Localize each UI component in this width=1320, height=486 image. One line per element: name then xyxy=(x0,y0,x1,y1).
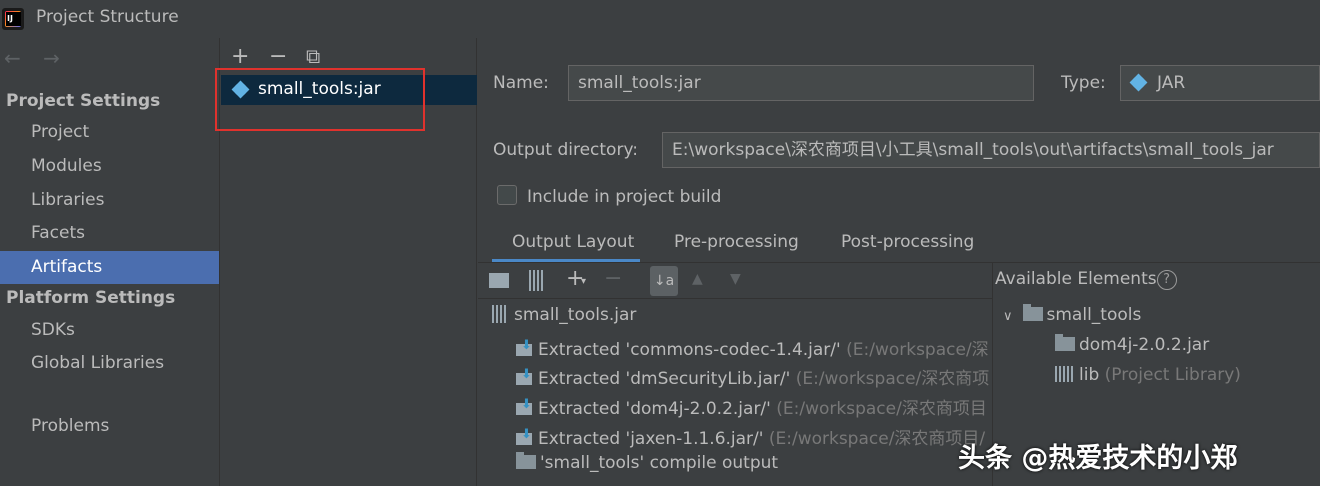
move-down-icon[interactable]: ▼ xyxy=(730,271,741,287)
nav-item-problems[interactable]: Problems xyxy=(0,410,219,443)
output-directory-label: Output directory: xyxy=(493,140,638,160)
output-entry-label: Extracted 'jaxen-1.1.6.jar/' xyxy=(538,429,764,449)
library-icon xyxy=(1055,366,1073,382)
remove-artifact-button[interactable]: − xyxy=(269,44,287,69)
nav-item-project[interactable]: Project xyxy=(0,116,219,149)
help-icon[interactable]: ? xyxy=(1156,270,1177,290)
name-label: Name: xyxy=(493,73,549,93)
output-entry-path: (E:/workspace/深农商项 xyxy=(795,369,990,389)
nav-item-libraries[interactable]: Libraries xyxy=(0,184,219,217)
output-entry-path: (E:/workspace/深 xyxy=(846,340,989,360)
copy-artifact-button[interactable]: ⧉ xyxy=(306,44,320,68)
project-settings-heading: Project Settings xyxy=(6,91,161,111)
output-entry-label: Extracted 'dom4j-2.0.2.jar/' xyxy=(538,399,771,419)
jar-type-icon xyxy=(1129,73,1148,92)
tab-post-processing[interactable]: Post-processing xyxy=(841,232,974,252)
available-element-label: dom4j-2.0.2.jar xyxy=(1079,335,1210,355)
folder-icon xyxy=(1055,334,1075,351)
create-archive-icon[interactable] xyxy=(529,270,543,291)
chevron-down-icon[interactable]: ∨ xyxy=(1003,309,1013,324)
platform-settings-heading: Platform Settings xyxy=(6,288,176,308)
move-up-icon[interactable]: ▲ xyxy=(692,271,703,287)
remove-element-icon[interactable]: − xyxy=(604,266,622,291)
window-title: Project Structure xyxy=(36,7,179,27)
available-element-note: (Project Library) xyxy=(1104,365,1241,385)
nav-item-facets[interactable]: Facets xyxy=(0,217,219,250)
add-artifact-button[interactable]: + xyxy=(231,44,249,69)
include-in-build-checkbox[interactable] xyxy=(497,185,517,205)
name-field[interactable]: small_tools:jar xyxy=(568,65,1034,101)
artifact-detail-panel: Name: small_tools:jar Type: JAR Output d… xyxy=(478,38,1320,486)
extracted-archive-icon xyxy=(516,338,534,357)
output-entry[interactable]: Extracted 'commons-codec-1.4.jar/' (E:/w… xyxy=(516,335,989,360)
nav-item-artifacts[interactable]: Artifacts xyxy=(0,251,219,284)
output-entry[interactable]: 'small_tools' compile output xyxy=(516,452,779,473)
type-label: Type: xyxy=(1061,73,1106,93)
jar-file-icon xyxy=(492,305,506,323)
nav-item-sdks[interactable]: SDKs xyxy=(0,314,219,347)
back-forward-arrows-icon[interactable]: ← → xyxy=(4,46,68,70)
available-root[interactable]: ∨ small_tools xyxy=(1003,304,1142,325)
add-dropdown-arrow-icon[interactable]: ▾ xyxy=(581,276,586,287)
output-entry[interactable]: Extracted 'dmSecurityLib.jar/' (E:/works… xyxy=(516,364,989,389)
type-select-value: JAR xyxy=(1157,73,1186,93)
watermark: 头条 @热爱技术的小郑 xyxy=(958,443,1238,474)
title-bar: Project Structure xyxy=(0,0,1320,38)
output-entry[interactable]: Extracted 'jaxen-1.1.6.jar/' (E:/workspa… xyxy=(516,424,985,449)
output-layout-toolbar: + ▾ − ↓a ▲ ▼ xyxy=(478,263,992,299)
available-elements-title: Available Elements xyxy=(995,269,1157,289)
output-entry[interactable]: Extracted 'dom4j-2.0.2.jar/' (E:/workspa… xyxy=(516,394,987,419)
available-element[interactable]: dom4j-2.0.2.jar xyxy=(1055,334,1210,355)
output-entry-path: (E:/workspace/深农商项目 xyxy=(776,399,987,419)
output-root-label: small_tools.jar xyxy=(514,305,637,325)
output-directory-field[interactable]: E:\workspace\深农商项目\小工具\small_tools\out\a… xyxy=(662,132,1320,168)
available-element-label: lib xyxy=(1079,365,1100,385)
output-entry-label: 'small_tools' compile output xyxy=(540,453,779,473)
extracted-archive-icon xyxy=(516,427,534,446)
output-entry-path: (E:/workspace/深农商项目/ xyxy=(768,429,986,449)
tab-pre-processing[interactable]: Pre-processing xyxy=(674,232,799,252)
nav-item-modules[interactable]: Modules xyxy=(0,150,219,183)
available-root-label: small_tools xyxy=(1046,305,1142,325)
extracted-archive-icon xyxy=(516,367,534,386)
nav-item-global-libraries[interactable]: Global Libraries xyxy=(0,347,219,380)
available-elements-heading: Available Elements? xyxy=(995,269,1177,290)
extracted-archive-icon xyxy=(516,397,534,416)
intellij-logo-icon xyxy=(2,8,24,30)
type-select[interactable]: JAR xyxy=(1120,65,1320,101)
output-root-jar[interactable]: small_tools.jar xyxy=(492,305,636,325)
output-entry-label: Extracted 'commons-codec-1.4.jar/' xyxy=(538,340,841,360)
tab-output-layout[interactable]: Output Layout xyxy=(512,232,634,252)
include-in-build-label[interactable]: Include in project build xyxy=(527,187,721,207)
available-element[interactable]: lib (Project Library) xyxy=(1055,365,1241,385)
output-entry-label: Extracted 'dmSecurityLib.jar/' xyxy=(538,369,791,389)
new-directory-icon[interactable] xyxy=(489,273,509,288)
module-folder-icon xyxy=(1022,304,1043,321)
folder-icon xyxy=(516,452,536,469)
sort-elements-icon[interactable]: ↓a xyxy=(650,266,678,296)
highlight-box xyxy=(215,68,425,131)
settings-nav: ← → Project Settings Project Modules Lib… xyxy=(0,38,220,486)
